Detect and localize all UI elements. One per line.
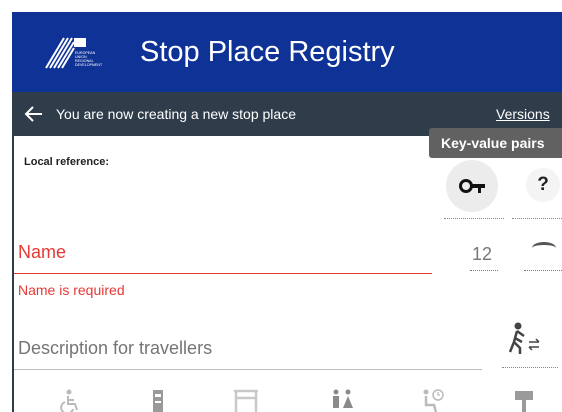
divider xyxy=(512,218,562,219)
key-value-pairs-button[interactable] xyxy=(446,160,498,212)
versions-link[interactable]: Versions xyxy=(496,105,550,123)
waiting-room-icon[interactable] xyxy=(418,388,446,412)
creation-message: You are now creating a new stop place xyxy=(56,106,296,122)
name-error-message: Name is required xyxy=(18,282,125,298)
description-label: Description for travellers xyxy=(18,338,213,358)
ticket-machine-icon[interactable] xyxy=(144,388,172,412)
description-input[interactable]: Description for travellers xyxy=(14,328,482,370)
toilet-icon[interactable] xyxy=(328,388,356,412)
eye-icon[interactable] xyxy=(532,242,556,254)
divider xyxy=(444,218,504,219)
wheelchair-icon[interactable] xyxy=(56,388,84,412)
sign-icon[interactable] xyxy=(510,388,538,412)
svg-text:DEVELOPMENT: DEVELOPMENT xyxy=(75,63,103,67)
eu-logo-icon: EUROPEAN UNION REGIONAL DEVELOPMENT xyxy=(45,37,103,69)
app-title: Stop Place Registry xyxy=(140,36,395,68)
back-arrow-icon[interactable] xyxy=(24,104,44,124)
help-button[interactable]: ? xyxy=(526,168,560,202)
key-icon xyxy=(459,179,485,193)
divider xyxy=(470,270,498,271)
key-value-pairs-tooltip: Key-value pairs xyxy=(429,128,562,158)
walking-person-icon[interactable] xyxy=(498,320,548,360)
name-label: Name xyxy=(18,242,67,262)
facilities-bar xyxy=(14,386,562,412)
divider xyxy=(502,367,558,368)
local-reference-label: Local reference: xyxy=(24,156,109,168)
name-input[interactable]: Name xyxy=(14,232,432,274)
divider xyxy=(524,270,562,271)
app-header: EUROPEAN UNION REGIONAL DEVELOPMENT Stop… xyxy=(12,12,562,92)
shelter-icon[interactable] xyxy=(232,388,260,412)
field-counter: 12 xyxy=(472,244,493,264)
